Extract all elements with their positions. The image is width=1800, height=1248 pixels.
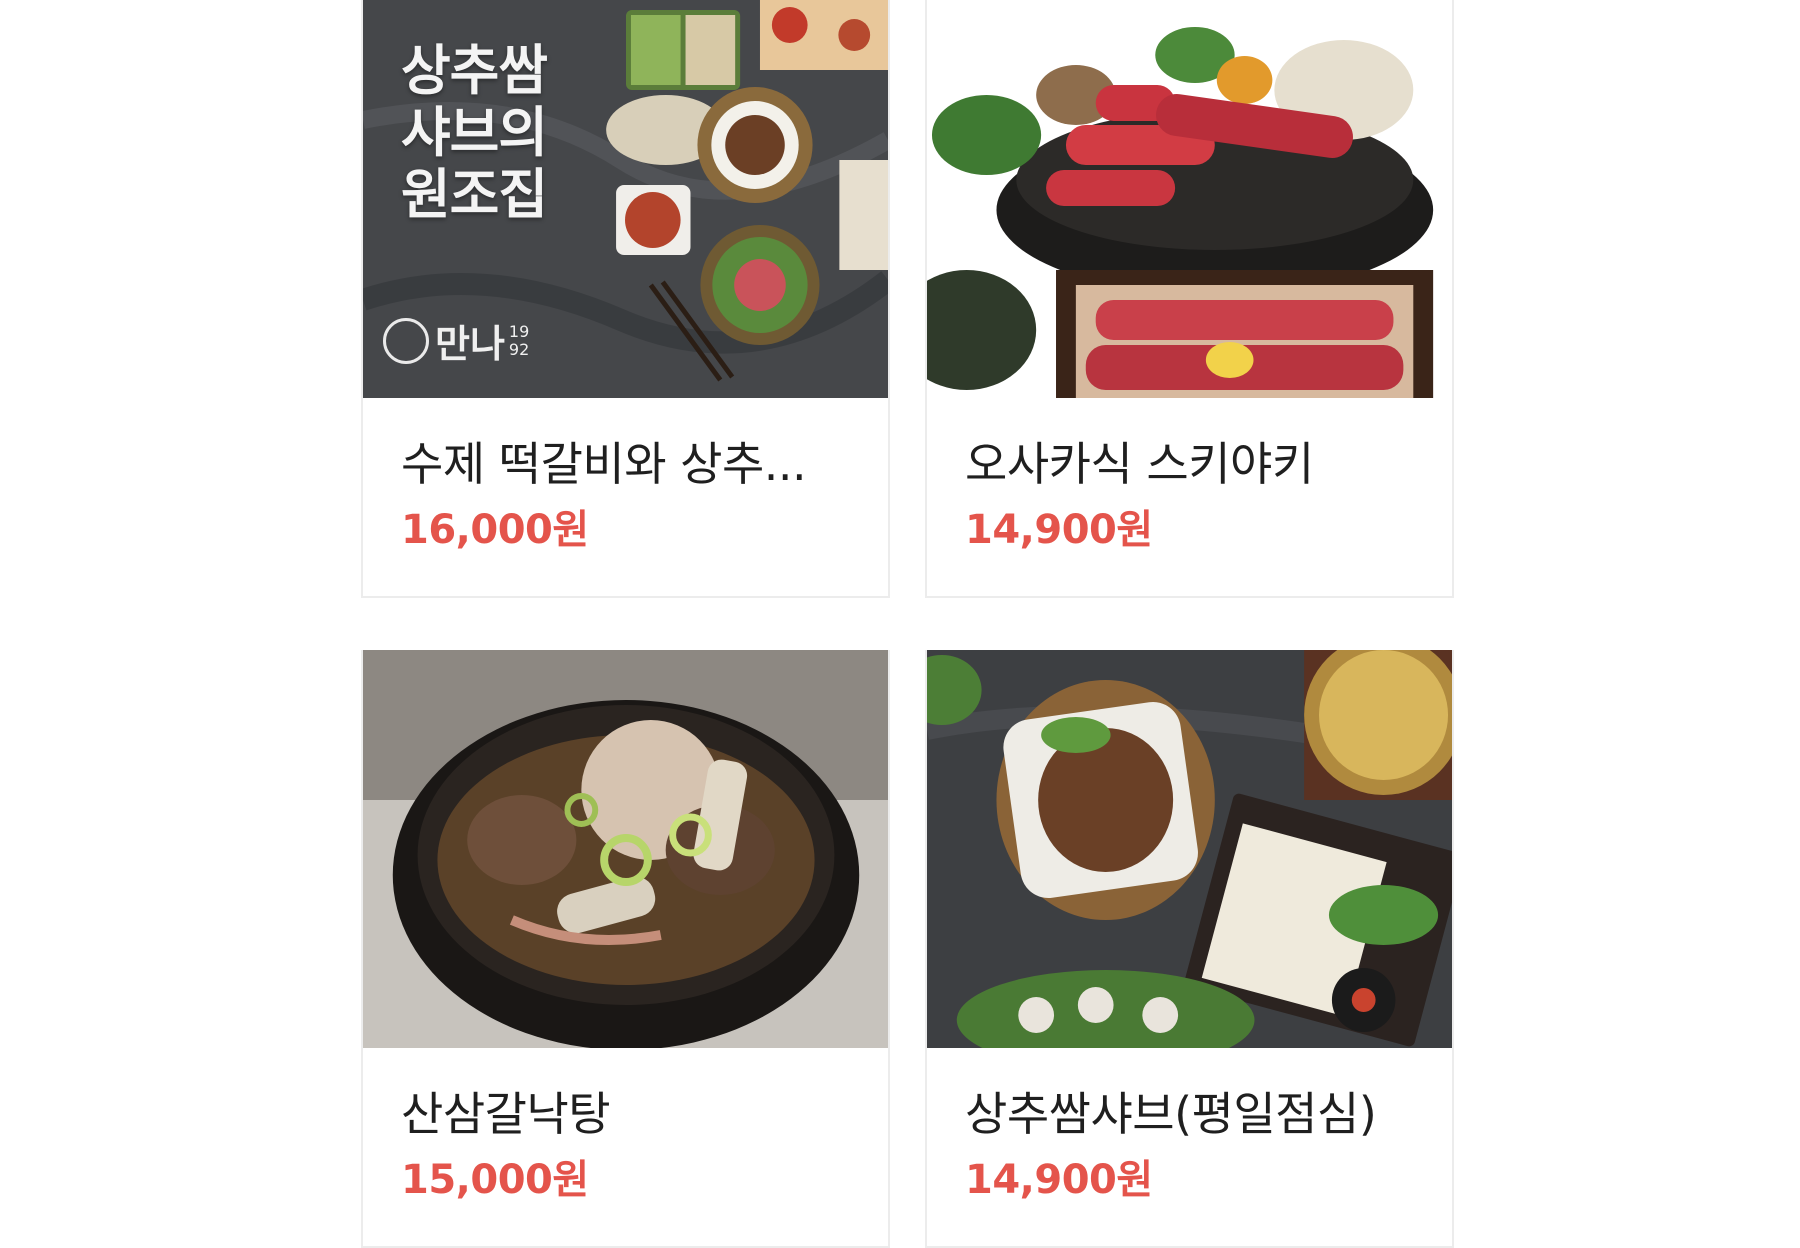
brand-logo: 만나 19 92 (383, 313, 529, 368)
menu-grid: 상추쌈 샤브의 원조집 만나 19 92 수제 떡갈비와 상추... 16,00… (361, 0, 1454, 1248)
menu-image-shabu-lunch (927, 650, 1452, 1048)
menu-item-name: 상추쌈샤브(평일점심) (965, 1087, 1377, 1141)
menu-item-price: 14,900원 (965, 507, 1153, 553)
menu-card-shabu-lunch[interactable]: 상추쌈샤브(평일점심) 14,900원 (925, 650, 1454, 1248)
menu-image-sukiyaki (927, 0, 1452, 398)
menu-item-name: 수제 떡갈비와 상추... (401, 437, 807, 491)
promo-headline: 상추쌈 샤브의 원조집 (401, 39, 548, 226)
menu-card-tteokgalbi[interactable]: 상추쌈 샤브의 원조집 만나 19 92 수제 떡갈비와 상추... 16,00… (361, 0, 890, 598)
menu-item-price: 15,000원 (401, 1157, 589, 1203)
menu-item-name: 산삼갈낙탕 (401, 1087, 611, 1141)
menu-card-sukiyaki[interactable]: 오사카식 스키야키 14,900원 (925, 0, 1454, 598)
menu-image-galnaktang (363, 650, 888, 1048)
brand-emblem-icon (383, 317, 429, 364)
promo-line: 샤브의 (401, 101, 548, 164)
promo-line: 원조집 (401, 163, 548, 226)
menu-image-tteokgalbi: 상추쌈 샤브의 원조집 만나 19 92 (363, 0, 888, 398)
menu-item-price: 14,900원 (965, 1157, 1153, 1203)
brand-name: 만나 (435, 322, 505, 366)
menu-item-name: 오사카식 스키야키 (965, 437, 1314, 491)
menu-item-price: 16,000원 (401, 507, 589, 553)
menu-card-galnaktang[interactable]: 산삼갈낙탕 15,000원 (361, 650, 890, 1248)
brand-year: 19 92 (508, 321, 530, 359)
promo-line: 상추쌈 (401, 39, 548, 102)
